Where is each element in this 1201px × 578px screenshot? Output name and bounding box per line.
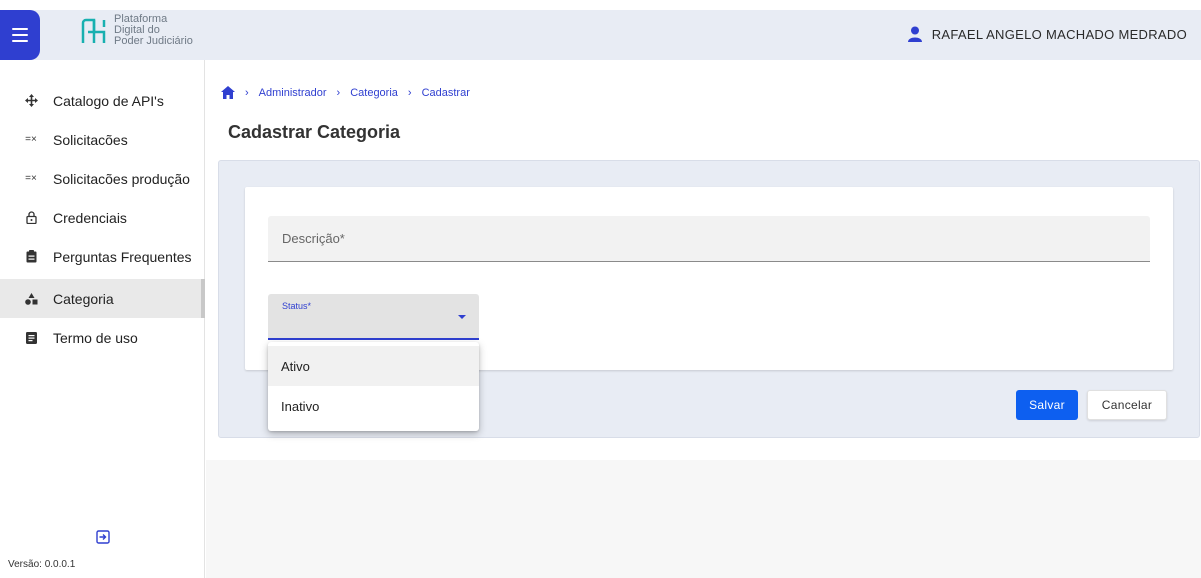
cancel-button[interactable]: Cancelar xyxy=(1087,390,1167,420)
breadcrumb-categoria[interactable]: Categoria xyxy=(350,87,398,99)
sidebar-item-label: Perguntas Frequentes xyxy=(53,248,192,265)
sidebar-item-label: Solicitacões produção xyxy=(53,170,190,187)
hamburger-icon xyxy=(12,28,28,30)
sidebar-item-perguntas-frequentes[interactable]: Perguntas Frequentes xyxy=(0,237,205,276)
hamburger-icon-line xyxy=(12,34,28,36)
lock-icon xyxy=(24,211,38,225)
logo-text: Plataforma Digital do Poder Judiciário xyxy=(114,14,193,47)
breadcrumb: › Administrador › Categoria › Cadastrar xyxy=(221,86,470,99)
user-icon xyxy=(907,26,922,42)
sidebar-item-api-catalog[interactable]: Catalogo de API's xyxy=(0,81,205,120)
dropdown-arrow-icon xyxy=(458,315,466,319)
sidebar-item-label: Credenciais xyxy=(53,209,127,226)
logo-icon xyxy=(81,18,106,43)
menu-toggle-button[interactable] xyxy=(0,10,40,60)
chevron-right-icon: › xyxy=(245,86,249,99)
pdpj-logo[interactable]: Plataforma Digital do Poder Judiciário xyxy=(78,14,193,47)
status-select[interactable]: Status* xyxy=(268,294,479,340)
sidebar-item-solicitacoes[interactable]: =× Solicitacões xyxy=(0,120,205,159)
hamburger-icon-line xyxy=(12,40,28,42)
status-option-inativo[interactable]: Inativo xyxy=(268,386,479,426)
descricao-field[interactable]: Descrição* xyxy=(268,216,1150,262)
sidebar-item-label: Solicitacões xyxy=(53,131,128,148)
sidebar-item-categoria[interactable]: Categoria xyxy=(0,279,205,318)
save-button[interactable]: Salvar xyxy=(1016,390,1078,420)
document-icon xyxy=(24,331,38,345)
api-catalog-icon xyxy=(24,94,38,108)
breadcrumb-cadastrar: Cadastrar xyxy=(421,86,470,99)
descricao-label: Descrição* xyxy=(282,231,345,246)
clipboard-icon xyxy=(24,250,38,264)
status-option-ativo[interactable]: Ativo xyxy=(268,346,479,386)
logo-line-3: Poder Judiciário xyxy=(114,35,193,47)
status-label: Status* xyxy=(282,301,312,311)
home-icon[interactable] xyxy=(221,86,235,99)
sidebar-item-label: Categoria xyxy=(53,290,114,307)
sidebar-item-termo-de-uso[interactable]: Termo de uso xyxy=(0,318,205,357)
main-footer-area xyxy=(206,460,1201,578)
logout-icon[interactable] xyxy=(96,530,110,544)
app-version: Versão: 0.0.0.1 xyxy=(8,559,76,570)
sidebar-item-label: Termo de uso xyxy=(53,329,138,346)
sidebar-item-label: Catalogo de API's xyxy=(53,92,164,109)
category-icon xyxy=(24,292,38,306)
status-dropdown-menu: Ativo Inativo xyxy=(268,342,479,431)
sidebar: Catalogo de API's =× Solicitacões =× Sol… xyxy=(0,60,205,578)
chevron-right-icon: › xyxy=(336,86,341,99)
page-title: Cadastrar Categoria xyxy=(228,122,401,142)
chevron-right-icon: › xyxy=(407,86,412,99)
breadcrumb-administrador[interactable]: Administrador xyxy=(259,87,327,99)
user-name: RAFAEL ANGELO MACHADO MEDRADO xyxy=(931,26,1187,42)
sidebar-item-solicitacoes-producao[interactable]: =× Solicitacões produção xyxy=(0,159,205,198)
sidebar-item-credenciais[interactable]: Credenciais xyxy=(0,198,205,237)
production-requests-icon: =× xyxy=(25,173,37,184)
requests-icon: =× xyxy=(25,134,37,145)
app-root: Plataforma Digital do Poder Judiciário R… xyxy=(0,0,1201,578)
user-menu[interactable]: RAFAEL ANGELO MACHADO MEDRADO xyxy=(907,26,1187,42)
